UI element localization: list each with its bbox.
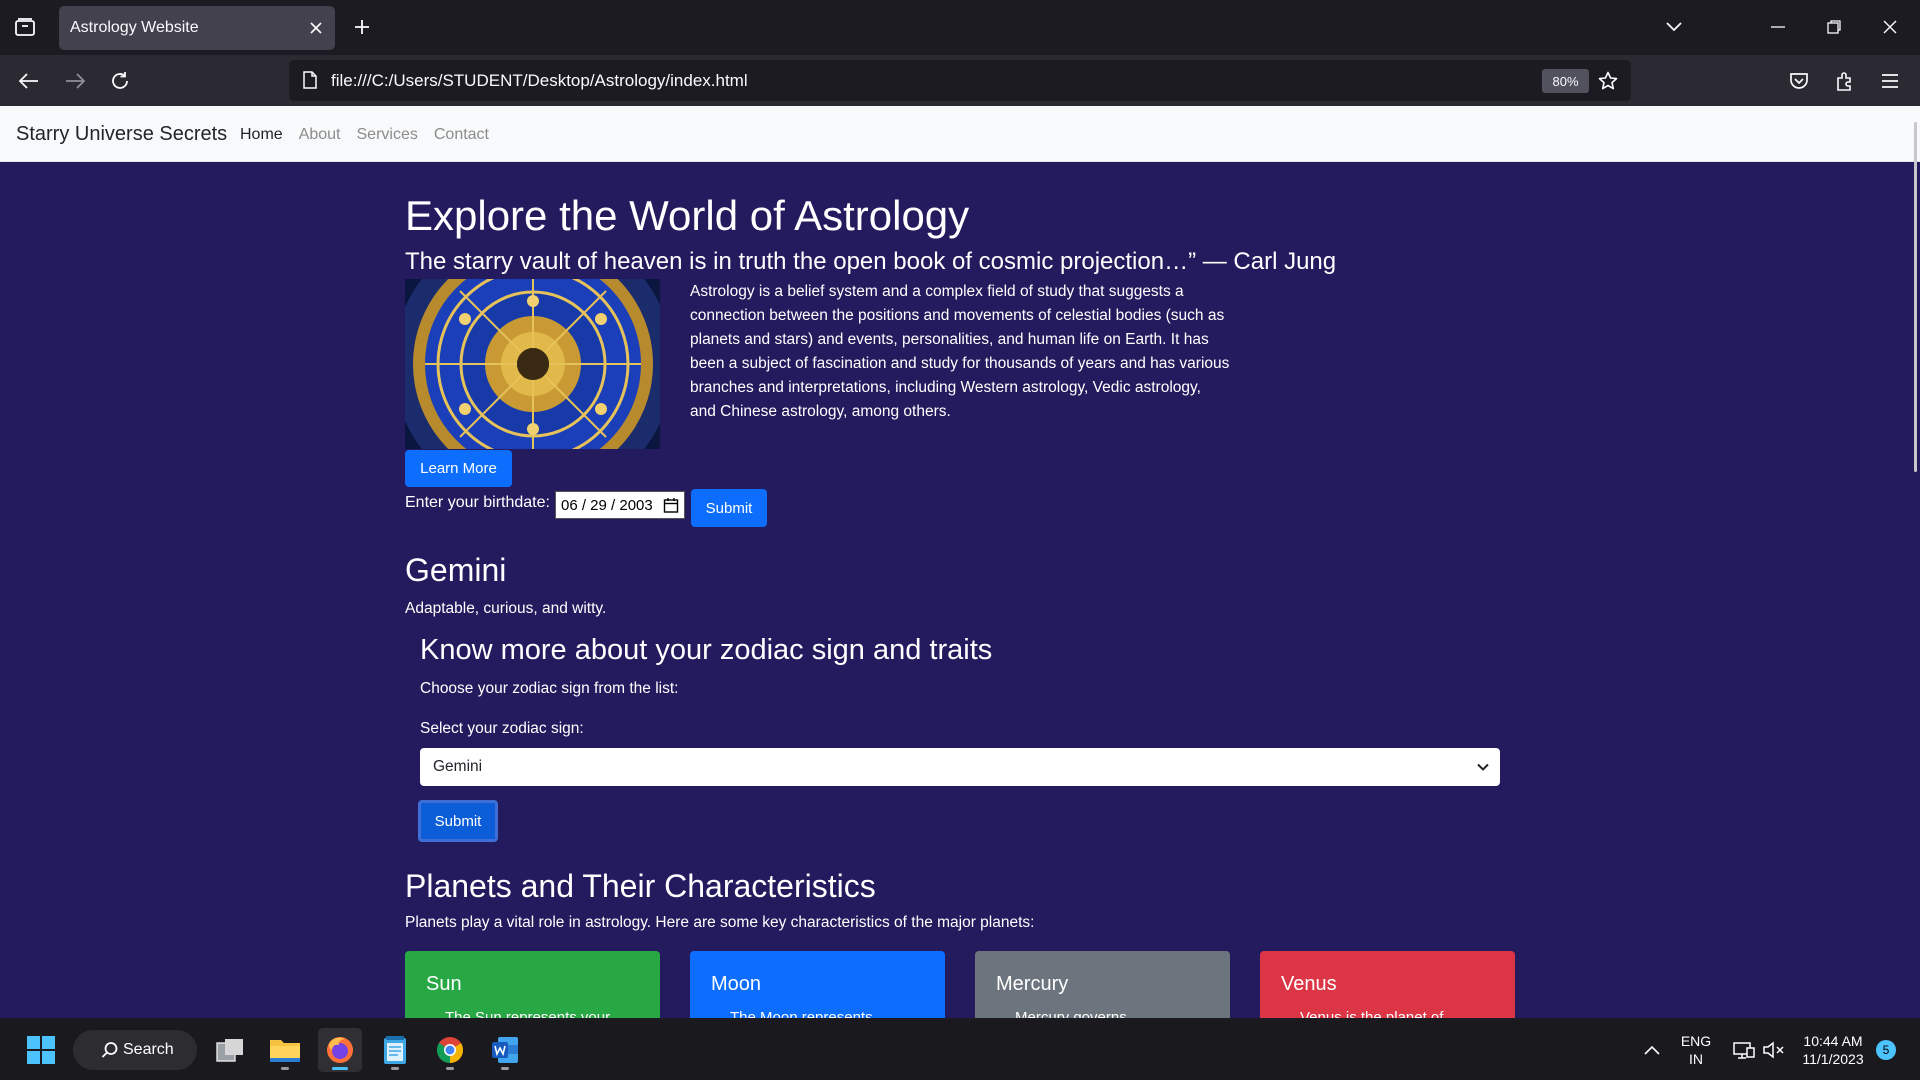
site-navbar: Starry Universe Secrets Home About Servi… xyxy=(0,106,1920,162)
birthdate-input[interactable]: 06 / 29 / 2003 xyxy=(555,491,685,519)
list-all-tabs-icon[interactable] xyxy=(1656,9,1692,45)
site-brand[interactable]: Starry Universe Secrets xyxy=(16,123,227,146)
menu-hamburger-icon[interactable] xyxy=(1871,62,1909,100)
browser-toolbar: file:///C:/Users/STUDENT/Desktop/Astrolo… xyxy=(0,55,1920,106)
search-label: Search xyxy=(123,1041,174,1058)
planet-card-moon: Moon The Moon represents xyxy=(690,951,945,1018)
nav-link-home[interactable]: Home xyxy=(240,126,283,144)
planet-card-text: Mercury governs xyxy=(1015,1009,1127,1018)
windows-start-icon[interactable] xyxy=(19,1028,63,1072)
reload-icon[interactable] xyxy=(101,62,139,100)
restore-icon[interactable] xyxy=(1816,9,1852,45)
minimize-icon[interactable] xyxy=(1760,9,1796,45)
zodiac-select-label: Select your zodiac sign: xyxy=(420,720,584,737)
pocket-icon[interactable] xyxy=(1780,62,1818,100)
zoom-level-badge[interactable]: 80% xyxy=(1542,69,1589,93)
language-indicator[interactable]: ENG IN xyxy=(1678,1032,1714,1068)
nav-link-about[interactable]: About xyxy=(299,126,341,144)
zodiac-sign-heading: Gemini xyxy=(405,552,507,588)
notification-badge[interactable]: 5 xyxy=(1876,1040,1896,1060)
zodiac-sign-description: Adaptable, curious, and witty. xyxy=(405,600,607,617)
zodiac-form-heading: Know more about your zodiac sign and tra… xyxy=(420,634,993,666)
region-code: IN xyxy=(1689,1051,1703,1067)
new-tab-icon[interactable] xyxy=(344,9,380,45)
planet-card-mercury: Mercury Mercury governs xyxy=(975,951,1230,1018)
clock-time: 10:44 AM xyxy=(1803,1033,1863,1049)
planets-description: Planets play a vital role in astrology. … xyxy=(405,914,1035,931)
planet-card-sun: Sun The Sun represents your xyxy=(405,951,660,1018)
nav-link-services[interactable]: Services xyxy=(357,126,418,144)
chevron-up-icon[interactable] xyxy=(1630,1028,1674,1072)
browser-tab-bar: Astrology Website xyxy=(0,0,1920,55)
planet-card-title: Mercury xyxy=(996,973,1069,995)
search-icon xyxy=(101,1041,119,1064)
task-view-icon[interactable] xyxy=(208,1028,252,1072)
page-scrollbar[interactable] xyxy=(1914,122,1917,472)
page-icon xyxy=(299,69,321,91)
calendar-icon[interactable] xyxy=(663,497,679,513)
forward-arrow-icon[interactable] xyxy=(56,62,94,100)
planet-card-text: Venus is the planet of xyxy=(1300,1009,1444,1018)
planet-card-venus: Venus Venus is the planet of xyxy=(1260,951,1515,1018)
close-window-icon[interactable] xyxy=(1872,9,1908,45)
running-indicator xyxy=(281,1067,289,1070)
nav-link-contact[interactable]: Contact xyxy=(434,126,489,144)
back-arrow-icon[interactable] xyxy=(10,62,48,100)
close-tab-icon[interactable] xyxy=(305,17,327,39)
url-text: file:///C:/Users/STUDENT/Desktop/Astrolo… xyxy=(331,71,748,90)
taskbar-search[interactable]: Search xyxy=(73,1030,197,1070)
astrology-intro-text: Astrology is a belief system and a compl… xyxy=(690,283,1230,420)
zodiac-sign-select[interactable]: Gemini xyxy=(420,748,1500,786)
running-indicator xyxy=(501,1067,509,1070)
running-indicator xyxy=(391,1067,399,1070)
planet-card-text: The Moon represents xyxy=(730,1009,873,1018)
word-icon[interactable] xyxy=(483,1028,527,1072)
planet-card-title: Sun xyxy=(426,973,462,995)
birthdate-submit-button[interactable]: Submit xyxy=(691,489,767,527)
learn-more-button[interactable]: Learn More xyxy=(405,450,512,487)
planets-heading: Planets and Their Characteristics xyxy=(405,868,876,904)
planet-card-text: The Sun represents your xyxy=(445,1009,611,1018)
active-indicator xyxy=(332,1067,348,1070)
language-code: ENG xyxy=(1680,1033,1712,1049)
notepad-icon[interactable] xyxy=(373,1028,417,1072)
birthdate-label: Enter your birthdate: xyxy=(405,494,550,511)
browser-tab[interactable]: Astrology Website xyxy=(59,6,335,50)
address-bar[interactable]: file:///C:/Users/STUDENT/Desktop/Astrolo… xyxy=(289,60,1631,101)
extensions-icon[interactable] xyxy=(1826,62,1864,100)
zodiac-wheel-image xyxy=(405,279,660,449)
bookmark-star-icon[interactable] xyxy=(1595,68,1621,94)
windows-taskbar: Search ENG IN 10:44 AM 11/1/2023 5 xyxy=(0,1020,1920,1080)
file-explorer-icon[interactable] xyxy=(263,1028,307,1072)
firefox-icon[interactable] xyxy=(318,1028,362,1072)
volume-muted-icon[interactable] xyxy=(1752,1028,1796,1072)
zodiac-select-value: Gemini xyxy=(433,758,483,775)
chevron-down-icon xyxy=(1476,760,1490,774)
chrome-icon[interactable] xyxy=(428,1028,472,1072)
planet-card-title: Moon xyxy=(711,973,762,995)
clock[interactable]: 10:44 AM 11/1/2023 xyxy=(1796,1032,1870,1068)
running-indicator xyxy=(446,1067,454,1070)
zodiac-submit-button[interactable]: Submit xyxy=(418,800,498,842)
planet-card-title: Venus xyxy=(1281,973,1337,995)
birthdate-value: 06 / 29 / 2003 xyxy=(561,496,653,514)
page-title: Explore the World of Astrology xyxy=(405,192,970,239)
zodiac-form-instruction: Choose your zodiac sign from the list: xyxy=(420,680,679,697)
site-nav-links: Home About Services Contact xyxy=(240,126,489,144)
web-page: Starry Universe Secrets Home About Servi… xyxy=(0,106,1920,1018)
clock-date: 11/1/2023 xyxy=(1802,1051,1864,1067)
hero-quote: The starry vault of heaven is in truth t… xyxy=(405,248,1337,275)
tab-title: Astrology Website xyxy=(70,19,199,36)
tab-list-icon[interactable] xyxy=(6,9,44,45)
